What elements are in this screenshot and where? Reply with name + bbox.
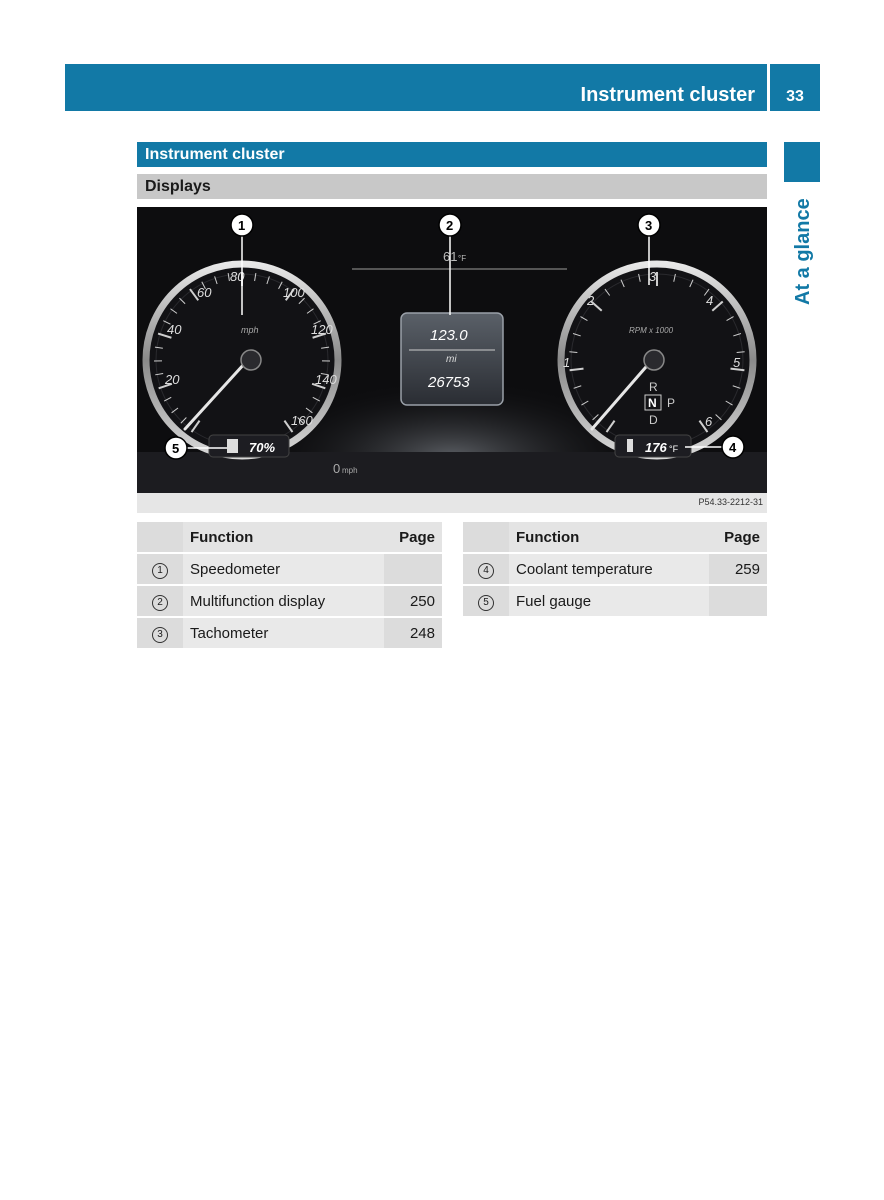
speedo-tick-60: 60 — [197, 285, 212, 300]
speed-readout: 0 — [333, 461, 340, 476]
col-function-header: Function — [509, 522, 709, 552]
row-function: Coolant temperature — [509, 554, 709, 584]
gear-d: D — [649, 413, 658, 427]
speedo-tick-160: 160 — [291, 413, 313, 428]
instrument-cluster-figure: 80 60 100 40 120 20 140 160 mph 70% 3 2 … — [137, 207, 767, 493]
table-row: 4 Coolant temperature 259 — [463, 554, 767, 584]
function-table-left: Function Page 1 Speedometer 2 Multifunct… — [137, 520, 442, 650]
col-num-header — [137, 522, 183, 552]
tacho-tick-6: 6 — [705, 414, 713, 429]
tacho-hub — [643, 349, 665, 371]
speedo-tick-120: 120 — [311, 322, 333, 337]
row-page: 250 — [384, 586, 442, 616]
tacho-tick-3: 3 — [649, 269, 657, 284]
image-code: P54.33-2212-31 — [698, 497, 763, 507]
tacho-tick-4: 4 — [706, 293, 713, 308]
page-number: 33 — [770, 64, 820, 111]
outside-temp-unit: °F — [458, 254, 466, 263]
side-tab-marker — [784, 142, 820, 182]
speedo-unit: mph — [241, 325, 259, 335]
speedo-tick-140: 140 — [315, 372, 337, 387]
table-row: 2 Multifunction display 250 — [137, 586, 442, 616]
tacho-unit: RPM x 1000 — [629, 326, 674, 335]
row-number: 2 — [152, 594, 168, 611]
mfd-top-value: 123.0 — [430, 327, 468, 344]
col-page-header: Page — [384, 522, 442, 552]
row-function: Tachometer — [183, 618, 384, 648]
row-function: Multifunction display — [183, 586, 384, 616]
row-function: Speedometer — [183, 554, 384, 584]
svg-text:5: 5 — [172, 441, 179, 456]
row-page: 248 — [384, 618, 442, 648]
coolant-icon — [627, 439, 633, 452]
side-tab-label: At a glance — [792, 198, 814, 305]
row-number: 1 — [152, 562, 168, 579]
col-page-header: Page — [709, 522, 767, 552]
speedo-tick-80: 80 — [230, 269, 245, 284]
table-row: 3 Tachometer 248 — [137, 618, 442, 648]
fuel-readout: 70% — [249, 440, 275, 455]
callout-5: 5 — [164, 436, 188, 460]
row-page: 259 — [709, 554, 767, 584]
header-bar: Instrument cluster — [65, 64, 767, 111]
table-row: 5 Fuel gauge — [463, 586, 767, 616]
row-number: 5 — [478, 594, 494, 611]
row-function: Fuel gauge — [509, 586, 709, 616]
col-num-header — [463, 522, 509, 552]
row-number: 4 — [478, 562, 494, 579]
speedo-tick-20: 20 — [164, 372, 180, 387]
section-subtitle: Displays — [137, 174, 767, 199]
speedo-tick-40: 40 — [167, 322, 182, 337]
speedo-tick-100: 100 — [283, 285, 305, 300]
callout-2: 2 — [438, 213, 462, 237]
coolant-unit: °F — [669, 444, 679, 454]
mfd-unit: mi — [446, 354, 457, 365]
svg-text:3: 3 — [645, 218, 652, 233]
gear-r: R — [649, 380, 658, 394]
tacho-tick-2: 2 — [586, 293, 595, 308]
callout-3: 3 — [637, 213, 661, 237]
section-title: Instrument cluster — [137, 142, 767, 167]
gear-n: N — [648, 396, 657, 410]
table-header-row: Function Page — [463, 522, 767, 552]
row-page — [384, 554, 442, 584]
cluster-illustration: 80 60 100 40 120 20 140 160 mph 70% 3 2 … — [137, 213, 767, 493]
function-table-right: Function Page 4 Coolant temperature 259 … — [463, 520, 767, 618]
gear-p: P — [667, 396, 675, 410]
fuel-pump-icon — [227, 439, 238, 453]
svg-text:2: 2 — [446, 218, 453, 233]
table-row: 1 Speedometer — [137, 554, 442, 584]
svg-text:4: 4 — [729, 440, 737, 455]
figure-caption-strip: P54.33-2212-31 — [137, 493, 767, 513]
coolant-readout: 176 — [645, 440, 667, 455]
col-function-header: Function — [183, 522, 384, 552]
speed-readout-unit: mph — [342, 466, 358, 475]
tacho-tick-1: 1 — [563, 355, 570, 370]
tacho-tick-5: 5 — [733, 355, 741, 370]
row-number: 3 — [152, 626, 168, 643]
speedo-hub — [240, 349, 262, 371]
row-page — [709, 586, 767, 616]
mfd-bottom-value: 26753 — [427, 374, 470, 391]
header-title: Instrument cluster — [580, 84, 755, 106]
svg-text:1: 1 — [238, 218, 245, 233]
callout-4: 4 — [721, 435, 745, 459]
callout-1: 1 — [230, 213, 254, 237]
table-header-row: Function Page — [137, 522, 442, 552]
